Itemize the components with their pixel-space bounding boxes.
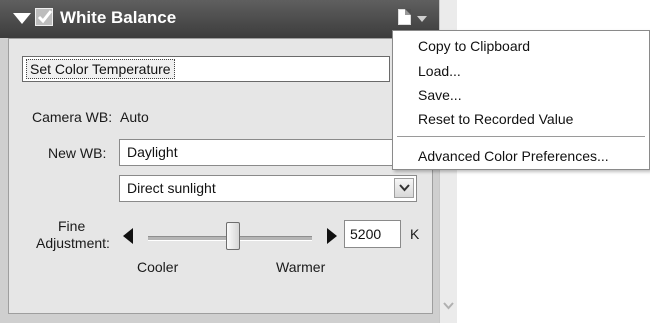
menu-item-advanced-color-preferences[interactable]: Advanced Color Preferences... [418, 148, 609, 164]
new-wb-value: Daylight [127, 144, 178, 160]
temperature-input[interactable]: 5200 [344, 220, 401, 248]
warmer-label: Warmer [276, 259, 326, 275]
scroll-down-icon[interactable] [443, 302, 454, 310]
panel-menu-button[interactable] [395, 6, 433, 30]
temperature-unit: K [410, 226, 420, 242]
menu-separator [397, 136, 645, 137]
camera-wb-value: Auto [120, 109, 149, 125]
new-wb-label: New WB: [48, 145, 107, 161]
light-source-dropdown-button[interactable] [394, 178, 414, 198]
menu-item-save[interactable]: Save... [418, 87, 462, 103]
context-menu: Copy to Clipboard Load... Save... Reset … [392, 30, 650, 170]
mode-select-value: Set Color Temperature [26, 59, 175, 79]
fine-adjustment-label-1: Fine [58, 218, 86, 234]
checkmark-icon [37, 10, 53, 24]
temperature-value: 5200 [350, 226, 382, 242]
menu-item-load[interactable]: Load... [418, 63, 461, 79]
camera-wb-label: Camera WB: [32, 109, 113, 125]
collapse-triangle-icon[interactable] [13, 13, 31, 24]
increase-arrow-icon[interactable] [327, 228, 337, 244]
panel-title: White Balance [60, 8, 177, 27]
chevron-down-icon [399, 184, 410, 192]
cooler-label: Cooler [137, 259, 179, 275]
menu-item-copy-to-clipboard[interactable]: Copy to Clipboard [418, 38, 530, 54]
document-icon [398, 9, 411, 25]
panel-titlebar: White Balance [0, 0, 440, 38]
light-source-select[interactable]: Direct sunlight [119, 175, 417, 202]
menu-item-reset-to-recorded-value[interactable]: Reset to Recorded Value [418, 111, 573, 127]
chevron-down-icon [417, 16, 427, 22]
light-source-value: Direct sunlight [127, 180, 216, 196]
fine-adjustment-label-2: Adjustment: [36, 235, 110, 251]
mode-select[interactable]: Set Color Temperature [22, 56, 390, 82]
slider-thumb[interactable] [226, 222, 240, 250]
new-wb-select[interactable]: Daylight [119, 139, 399, 166]
white-balance-panel: White Balance Set Color Temperature Came… [0, 0, 441, 323]
enable-checkbox[interactable] [35, 8, 53, 26]
decrease-arrow-icon[interactable] [123, 228, 133, 244]
